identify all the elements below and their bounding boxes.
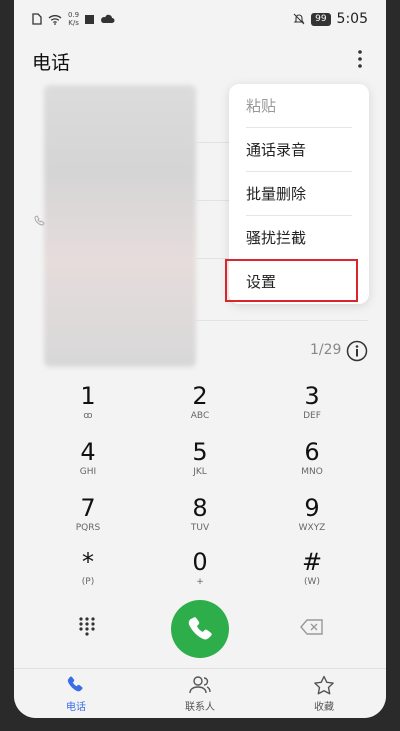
status-bar: 0.9 K/s 99 5:05 [14, 0, 386, 40]
blurred-call-log [44, 85, 196, 367]
menu-item-call-recording[interactable]: 通话录音 [246, 128, 352, 172]
key-2[interactable]: 2 ABC [150, 382, 250, 438]
nav-tab-phone[interactable]: 电话 [36, 675, 116, 713]
menu-item-batch-delete[interactable]: 批量删除 [246, 172, 352, 216]
key-8[interactable]: 8 TUV [150, 494, 250, 550]
key-1[interactable]: 1 ꝏ [38, 382, 138, 438]
call-button[interactable] [171, 600, 229, 658]
phone-icon [188, 617, 212, 640]
dialpad-toggle-icon[interactable] [78, 616, 96, 636]
mute-icon [293, 13, 305, 25]
key-4[interactable]: 4 GHI [38, 438, 138, 494]
more-options-icon[interactable] [356, 48, 364, 70]
status-time: 5:05 [336, 11, 368, 27]
nav-tab-favorites[interactable]: 收藏 [284, 675, 364, 713]
divider [196, 200, 231, 201]
key-5[interactable]: 5 JKL [150, 438, 250, 494]
battery-indicator: 99 [311, 12, 331, 26]
page-count: 1/29 [310, 342, 342, 358]
phone-icon [67, 676, 83, 692]
notification-square-icon [85, 14, 95, 24]
key-7[interactable]: 7 PQRS [38, 494, 138, 550]
sim-icon [32, 13, 42, 25]
backspace-icon[interactable] [300, 619, 324, 635]
wifi-icon [48, 14, 62, 25]
key-6[interactable]: 6 MNO [262, 438, 362, 494]
info-icon[interactable] [346, 340, 368, 362]
key-9[interactable]: 9 WXYZ [262, 494, 362, 550]
contacts-icon [189, 676, 211, 694]
settings-highlight-box [225, 259, 358, 302]
missed-call-icon [34, 215, 45, 226]
divider [196, 320, 368, 321]
phone-screen: 0.9 K/s 99 5:05 电话 1/29 粘贴 通话录音 批量删除 骚扰拦… [14, 0, 386, 718]
key-3[interactable]: 3 DEF [262, 382, 362, 438]
net-speed: 0.9 K/s [68, 11, 80, 27]
nav-tab-contacts[interactable]: 联系人 [160, 675, 240, 713]
key-star[interactable]: * (P) [38, 548, 138, 604]
menu-item-paste[interactable]: 粘贴 [246, 84, 352, 128]
key-hash[interactable]: # (W) [262, 548, 362, 604]
star-icon [314, 675, 334, 695]
voicemail-icon: ꝏ [83, 411, 93, 421]
divider [196, 142, 231, 143]
key-0[interactable]: 0 + [150, 548, 250, 604]
page-title: 电话 [32, 52, 71, 74]
menu-item-harassment-block[interactable]: 骚扰拦截 [246, 216, 352, 260]
cloud-icon [101, 14, 115, 23]
bottom-navigation: 电话 联系人 收藏 [14, 668, 386, 718]
